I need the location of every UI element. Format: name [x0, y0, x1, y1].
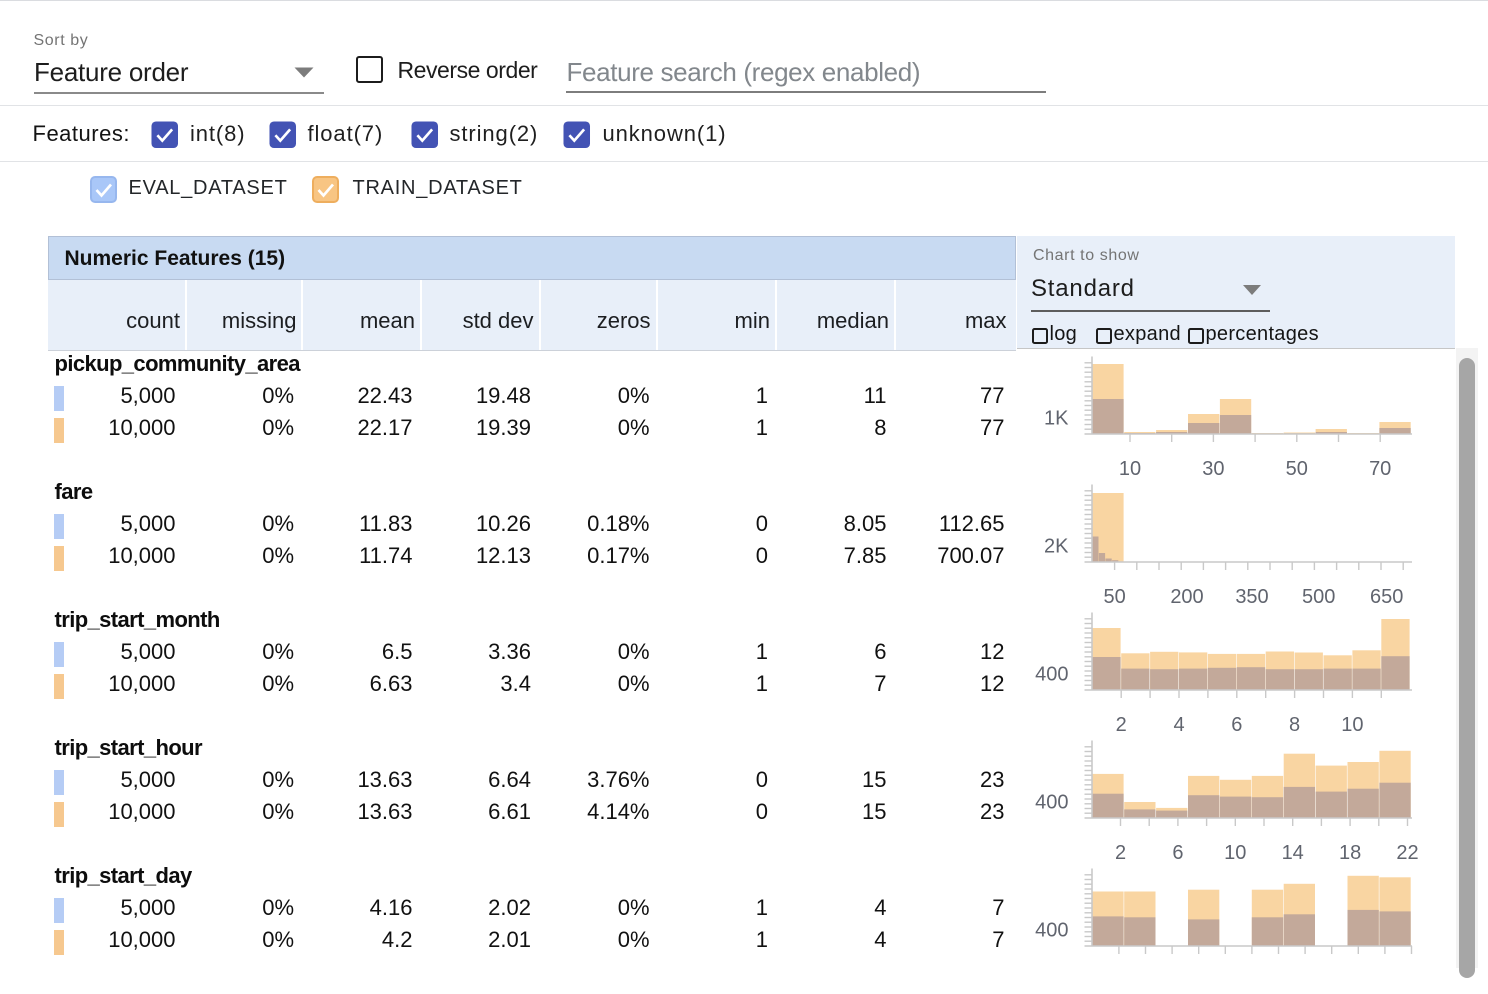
- svg-text:2K: 2K: [1044, 535, 1069, 557]
- svg-text:400: 400: [1035, 919, 1068, 941]
- svg-text:650: 650: [1370, 586, 1403, 608]
- svg-text:200: 200: [1170, 586, 1203, 608]
- svg-text:10: 10: [1224, 842, 1246, 864]
- svg-text:8: 8: [1289, 714, 1300, 736]
- svg-text:10: 10: [1341, 714, 1363, 736]
- svg-text:4: 4: [1173, 714, 1184, 736]
- svg-text:50: 50: [1286, 458, 1308, 480]
- svg-text:6: 6: [1231, 714, 1242, 736]
- svg-text:350: 350: [1235, 586, 1268, 608]
- svg-text:14: 14: [1282, 842, 1304, 864]
- svg-text:10: 10: [1119, 458, 1141, 480]
- svg-text:30: 30: [1202, 458, 1224, 480]
- svg-text:50: 50: [1103, 586, 1125, 608]
- svg-text:500: 500: [1302, 586, 1335, 608]
- svg-text:70: 70: [1369, 458, 1391, 480]
- svg-text:2: 2: [1116, 714, 1127, 736]
- svg-text:400: 400: [1035, 791, 1068, 813]
- svg-text:1K: 1K: [1044, 407, 1069, 429]
- svg-text:6: 6: [1172, 842, 1183, 864]
- svg-text:2: 2: [1115, 842, 1126, 864]
- svg-text:400: 400: [1035, 663, 1068, 685]
- svg-text:22: 22: [1396, 842, 1418, 864]
- svg-text:18: 18: [1339, 842, 1361, 864]
